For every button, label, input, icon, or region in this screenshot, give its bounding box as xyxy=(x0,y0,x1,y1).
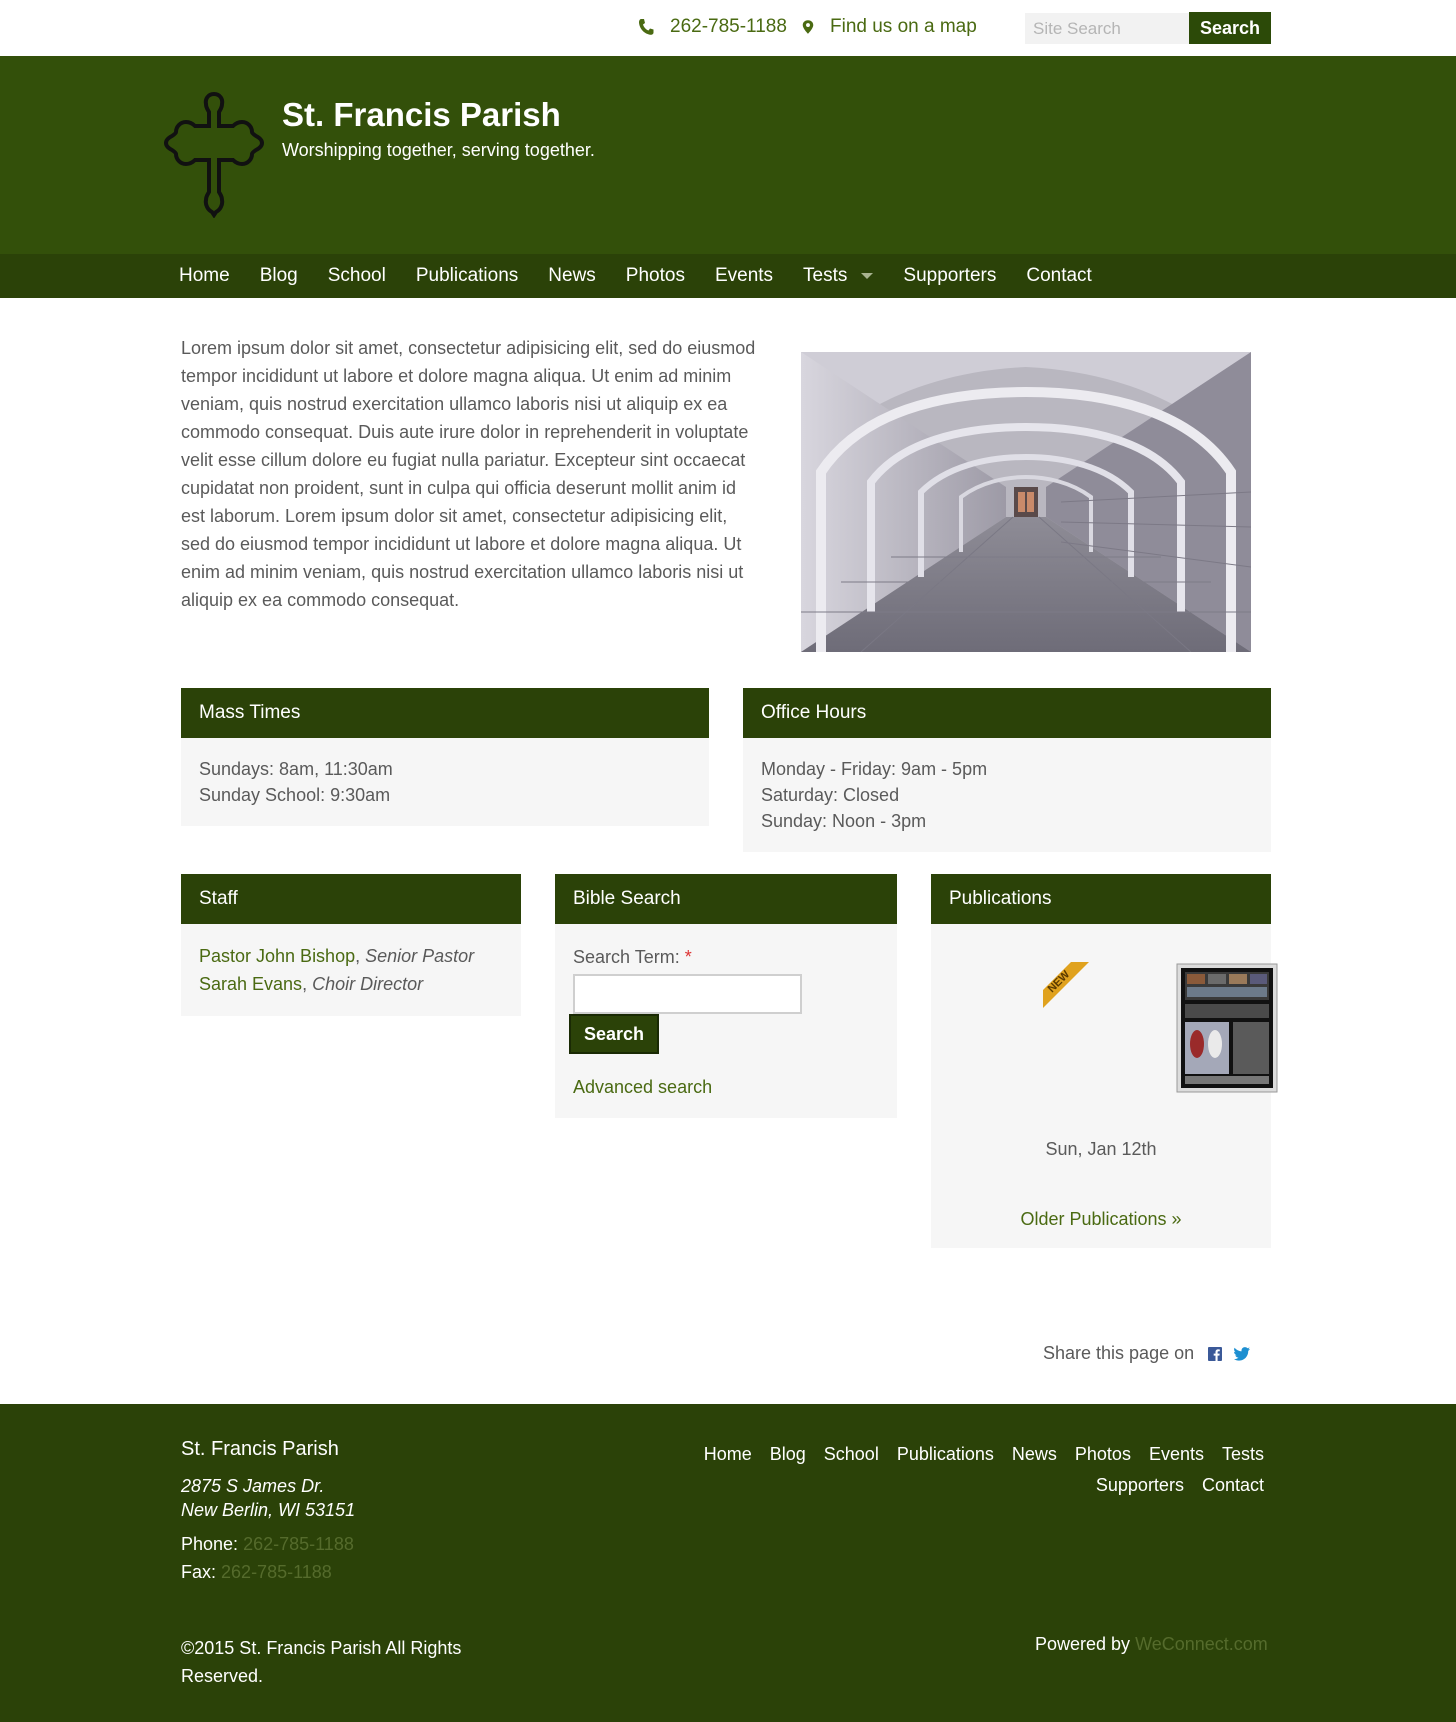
staff-body: Pastor John Bishop, Senior Pastor Sarah … xyxy=(181,924,521,1016)
bible-search-input[interactable] xyxy=(573,974,802,1014)
footer-copyright: ©2015 St. Francis Parish All Rights Rese… xyxy=(181,1638,462,1686)
nav-item-tests[interactable]: Tests xyxy=(788,265,888,287)
footer-phone-row: Phone: 262-785-1188 xyxy=(181,1530,354,1558)
footer-fax-row: Fax: 262-785-1188 xyxy=(181,1558,354,1586)
cloister-photo xyxy=(801,352,1251,652)
map-link[interactable]: Find us on a map xyxy=(802,16,977,38)
nav-item-contact[interactable]: Contact xyxy=(1011,265,1106,287)
footer-nav-publications[interactable]: Publications xyxy=(897,1444,994,1465)
weconnect-link[interactable]: WeConnect.com xyxy=(1135,1634,1268,1654)
mass-times-line: Sunday School: 9:30am xyxy=(199,785,391,805)
nav-item-tests-label: Tests xyxy=(803,265,848,286)
office-hours-title: Office Hours xyxy=(761,702,867,723)
mass-times-heading: Mass Times xyxy=(181,688,709,738)
phone-icon xyxy=(639,19,654,35)
new-badge: NEW xyxy=(1043,962,1089,1008)
staff-separator: , xyxy=(302,974,313,994)
footer-address-line: 2875 S James Dr. xyxy=(181,1476,325,1496)
main-nav: Home Blog School Publications News Photo… xyxy=(0,254,1456,298)
site-search-input[interactable] xyxy=(1025,13,1189,44)
footer-powered-by: Powered by WeConnect.com xyxy=(1035,1634,1268,1655)
phone-number: 262-785-1188 xyxy=(670,16,787,37)
office-hours-heading: Office Hours xyxy=(743,688,1271,738)
nav-item-publications[interactable]: Publications xyxy=(401,265,533,287)
nav-item-blog[interactable]: Blog xyxy=(245,265,313,287)
site-footer: St. Francis Parish 2875 S James Dr. New … xyxy=(0,1404,1456,1722)
footer-nav-contact[interactable]: Contact xyxy=(1202,1475,1264,1496)
chevron-down-icon xyxy=(861,273,874,279)
staff-name-link[interactable]: Pastor John Bishop xyxy=(199,946,355,966)
nav-item-events[interactable]: Events xyxy=(700,265,788,287)
intro-paragraph: Lorem ipsum dolor sit amet, consectetur … xyxy=(181,338,756,610)
share-bar: Share this page on xyxy=(1043,1343,1251,1364)
phone-link[interactable]: 262-785-1188 xyxy=(638,16,787,38)
site-header: St. Francis Parish Worshipping together,… xyxy=(0,56,1456,254)
older-publications-link[interactable]: Older Publications » xyxy=(931,1206,1271,1232)
office-hours-body: Monday - Friday: 9am - 5pm Saturday: Clo… xyxy=(743,738,1271,852)
site-tagline: Worshipping together, serving together. xyxy=(282,140,595,160)
nav-item-home[interactable]: Home xyxy=(164,265,245,287)
site-search-button[interactable]: Search xyxy=(1189,12,1271,44)
staff-member: Sarah Evans, Choir Director xyxy=(199,970,503,998)
office-hours-line: Saturday: Closed xyxy=(761,785,900,805)
nav-item-news[interactable]: News xyxy=(533,265,611,287)
footer-fax-label: Fax: xyxy=(181,1562,217,1582)
search-term-label-text: Search Term: xyxy=(573,947,680,967)
staff-separator: , xyxy=(355,946,366,966)
footer-phone-link[interactable]: 262-785-1188 xyxy=(243,1534,354,1554)
nav-item-school[interactable]: School xyxy=(313,265,401,287)
nav-item-photos[interactable]: Photos xyxy=(611,265,700,287)
mass-times-body: Sundays: 8am, 11:30am Sunday School: 9:3… xyxy=(181,738,709,826)
twitter-icon[interactable] xyxy=(1234,1346,1251,1361)
site-title[interactable]: St. Francis Parish xyxy=(282,96,561,134)
mass-times-title: Mass Times xyxy=(199,702,301,723)
staff-heading: Staff xyxy=(181,874,521,924)
bible-search-button[interactable]: Search xyxy=(569,1014,659,1054)
nav-item-supporters[interactable]: Supporters xyxy=(888,265,1011,287)
footer-nav-blog[interactable]: Blog xyxy=(770,1444,806,1465)
advanced-search-link[interactable]: Advanced search xyxy=(573,1074,712,1100)
footer-nav-tests[interactable]: Tests xyxy=(1222,1444,1264,1465)
footer-nav-home[interactable]: Home xyxy=(704,1444,752,1465)
share-label: Share this page on xyxy=(1043,1343,1195,1363)
top-bar: 262-785-1188 Find us on a map Search xyxy=(0,0,1456,56)
publication-date[interactable]: Sun, Jan 12th xyxy=(931,1136,1271,1162)
footer-contact: Phone: 262-785-1188 Fax: 262-785-1188 xyxy=(181,1530,354,1586)
footer-nav-events[interactable]: Events xyxy=(1149,1444,1204,1465)
footer-nav-news[interactable]: News xyxy=(1012,1444,1057,1465)
required-mark: * xyxy=(684,947,692,967)
bible-search-heading: Bible Search xyxy=(555,874,897,924)
footer-address: 2875 S James Dr. New Berlin, WI 53151 xyxy=(181,1474,355,1522)
footer-parish-name: St. Francis Parish xyxy=(181,1438,339,1460)
footer-address-line: New Berlin, WI 53151 xyxy=(181,1500,356,1520)
office-hours-line: Sunday: Noon - 3pm xyxy=(761,811,927,831)
powered-by-label: Powered by xyxy=(1035,1634,1131,1654)
footer-phone-label: Phone: xyxy=(181,1534,239,1554)
footer-nav-photos[interactable]: Photos xyxy=(1075,1444,1131,1465)
publication-thumbnail[interactable] xyxy=(1175,962,1279,1094)
map-link-label: Find us on a map xyxy=(830,16,977,37)
search-term-label: Search Term: * xyxy=(573,944,692,970)
footer-nav: Home Blog School Publications News Photo… xyxy=(580,1444,1264,1496)
footer-nav-school[interactable]: School xyxy=(824,1444,879,1465)
cross-logo-icon[interactable] xyxy=(162,90,266,218)
publications-body: NEW Sun, Jan 12th Older Publications » xyxy=(931,924,1278,1248)
publications-title: Publications xyxy=(949,888,1052,909)
office-hours-line: Monday - Friday: 9am - 5pm xyxy=(761,759,988,779)
staff-member: Pastor John Bishop, Senior Pastor xyxy=(199,942,503,970)
publications-heading: Publications xyxy=(931,874,1271,924)
bible-search-title: Bible Search xyxy=(573,888,681,909)
map-pin-icon xyxy=(802,20,814,34)
staff-role: Senior Pastor xyxy=(365,946,475,966)
footer-nav-supporters[interactable]: Supporters xyxy=(1096,1475,1184,1496)
bible-search-body: Search Term: * Search Advanced search xyxy=(555,924,897,1118)
footer-fax-value: 262-785-1188 xyxy=(221,1562,332,1582)
mass-times-line: Sundays: 8am, 11:30am xyxy=(199,759,393,779)
staff-title: Staff xyxy=(199,888,238,909)
staff-role: Choir Director xyxy=(312,974,424,994)
facebook-icon[interactable] xyxy=(1208,1346,1223,1361)
staff-name-link[interactable]: Sarah Evans xyxy=(199,974,302,994)
